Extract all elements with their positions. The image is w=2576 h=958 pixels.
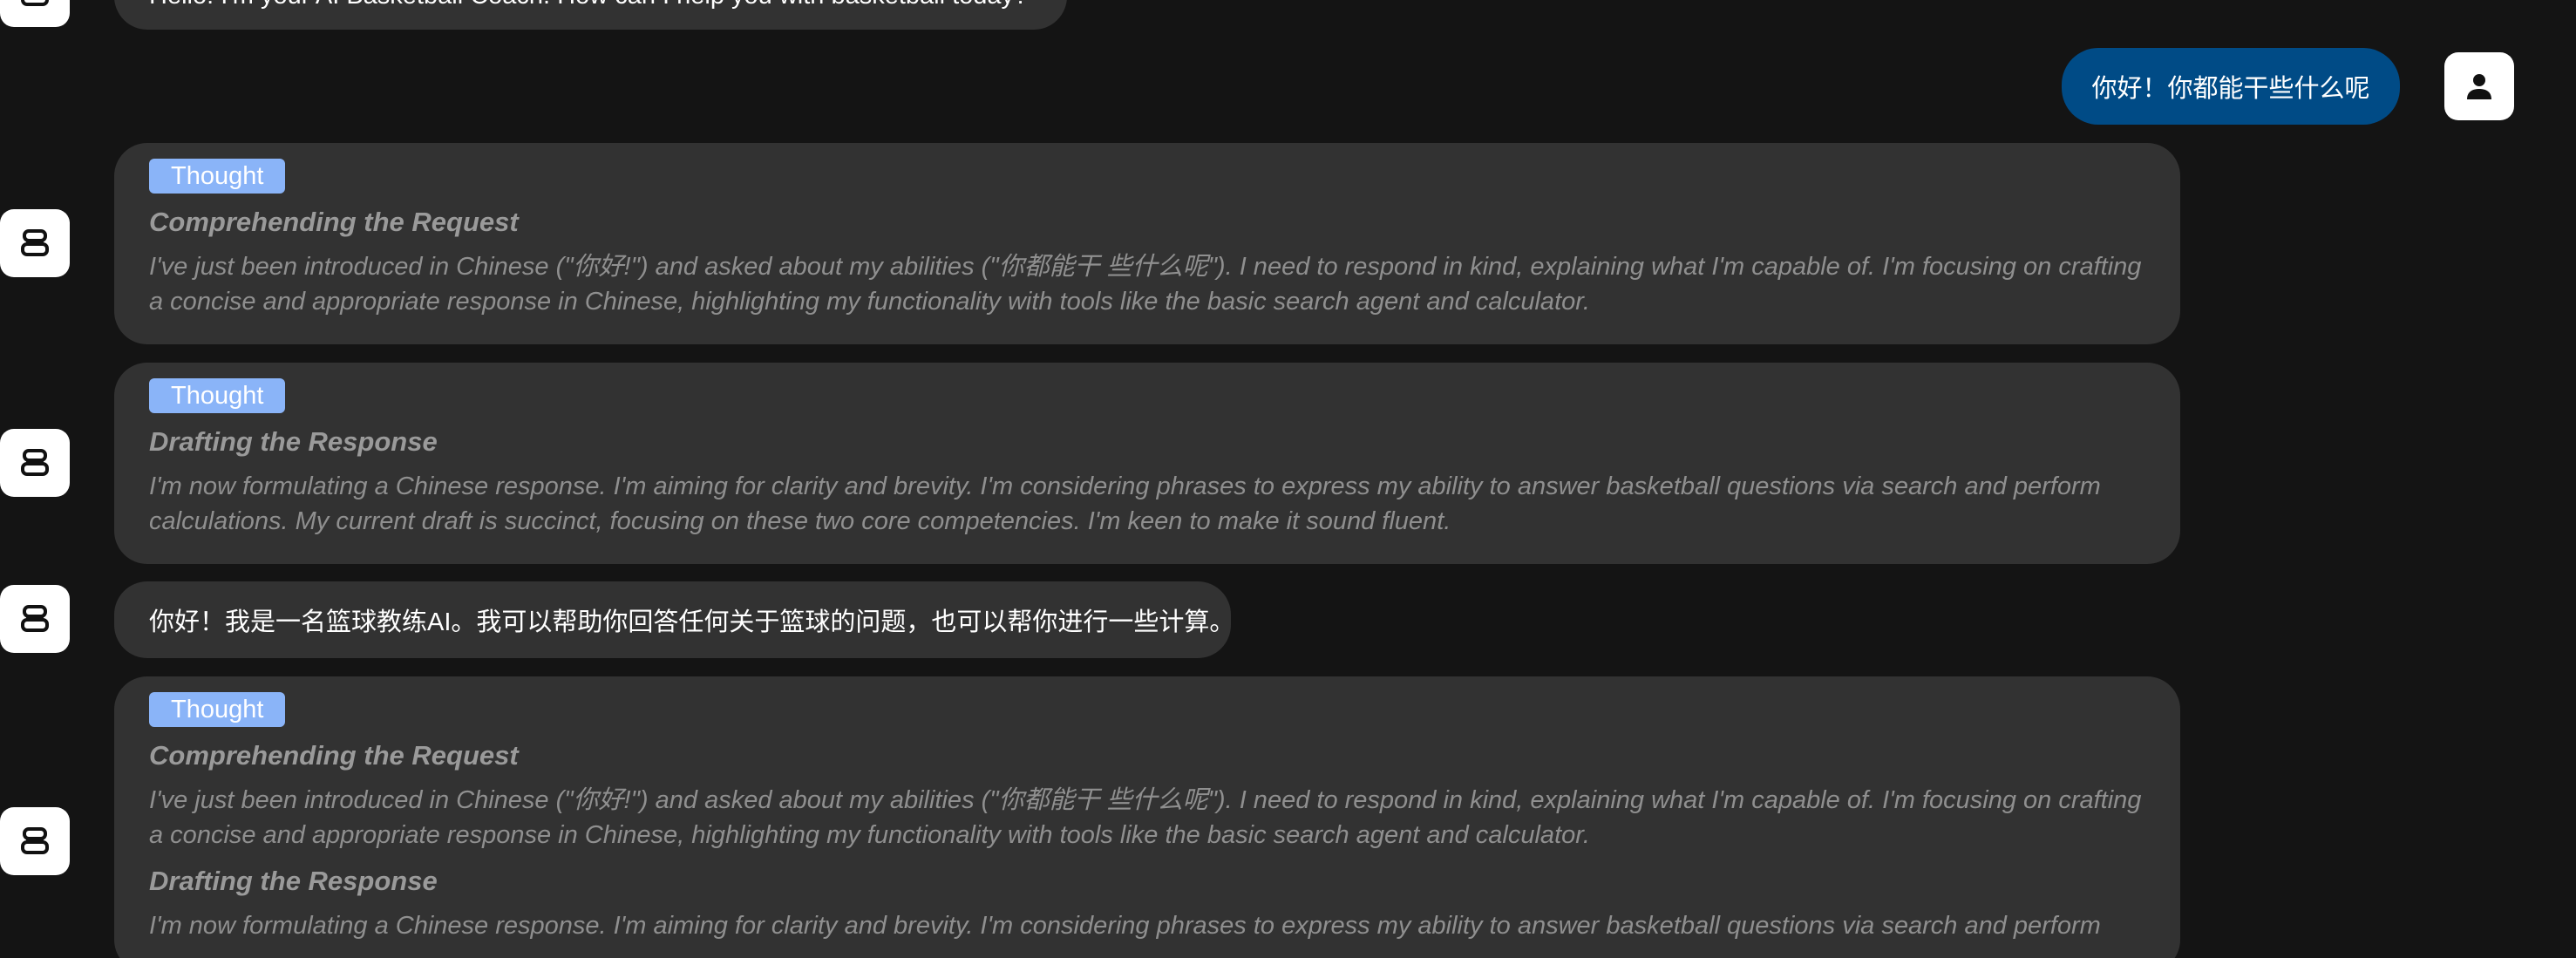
bot-message-reply: 你好！我是一名篮球教练AI。我可以帮助你回答任何关于篮球的问题，也可以帮你进行一… [114, 581, 1235, 658]
bot-message-greeting: Hello! I'm your AI Basketball Coach. How… [114, 0, 1067, 30]
thought-body: I'm now formulating a Chinese response. … [149, 472, 2101, 535]
bot-avatar [0, 807, 70, 875]
robot-icon [21, 0, 49, 6]
bot-message-text: Hello! I'm your AI Basketball Coach. How… [149, 0, 1028, 10]
thought-body: I'm now formulating a Chinese response. … [149, 912, 2101, 940]
user-icon [2467, 74, 2491, 99]
thought-body: I've just been introduced in Chinese ("你… [149, 253, 2142, 316]
bot-avatar [0, 429, 70, 497]
robot-icon [21, 827, 49, 854]
thought-bubble: Thought Drafting the Response I'm now fo… [114, 363, 2180, 564]
bot-message-text: 你好！我是一名篮球教练AI。我可以帮助你回答任何关于篮球的问题，也可以帮你进行一… [149, 608, 1235, 636]
thought-title: Drafting the Response [149, 426, 438, 457]
chat-transcript: Hello! I'm your AI Basketball Coach. How… [0, 0, 2576, 958]
bot-avatar [0, 585, 70, 653]
thought-body: I've just been introduced in Chinese ("你… [149, 786, 2142, 849]
thought-badge: Thought [149, 159, 286, 194]
thought-badge: Thought [149, 378, 286, 413]
thought-title: Comprehending the Request [149, 207, 519, 237]
user-avatar [2444, 52, 2514, 120]
robot-icon [21, 605, 49, 632]
user-message: 你好！你都能干些什么呢 [2062, 48, 2400, 125]
robot-icon [21, 449, 49, 476]
thought-badge: Thought [149, 692, 286, 727]
bot-avatar [0, 209, 70, 277]
thought-bubble: Thought Comprehending the Request I've j… [114, 676, 2180, 958]
user-message-text: 你好！你都能干些什么呢 [2091, 75, 2370, 103]
thought-title: Drafting the Response [149, 866, 438, 896]
robot-icon [21, 229, 49, 256]
thought-bubble: Thought Comprehending the Request I've j… [114, 143, 2180, 344]
thought-title: Comprehending the Request [149, 740, 519, 771]
bot-avatar [0, 0, 70, 27]
